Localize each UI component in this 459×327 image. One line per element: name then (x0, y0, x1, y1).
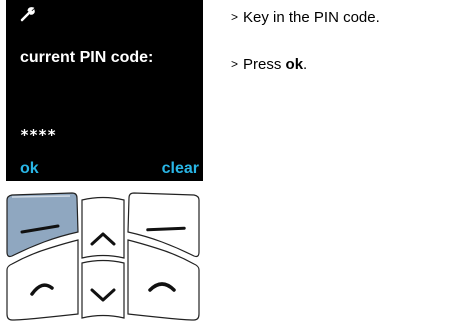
softkey-ok-label[interactable]: ok (20, 160, 39, 178)
bullet-chevron-icon: > (231, 57, 239, 71)
up-arrow-button[interactable] (81, 196, 125, 259)
bullet-chevron-icon: > (231, 10, 239, 24)
ok-keyword: ok (285, 56, 304, 73)
instruction-item: > Key in the PIN code. (231, 9, 380, 26)
keypad (6, 192, 200, 321)
phone-screen: current PIN code: **** ok clear (6, 0, 203, 181)
wrench-icon (20, 7, 35, 22)
softkey-clear-label[interactable]: clear (162, 160, 199, 178)
pin-mask: **** (20, 126, 57, 144)
down-arrow-button[interactable] (81, 259, 125, 319)
screen-title: current PIN code: (20, 49, 154, 66)
instruction-item: > Press ok. (231, 56, 308, 73)
